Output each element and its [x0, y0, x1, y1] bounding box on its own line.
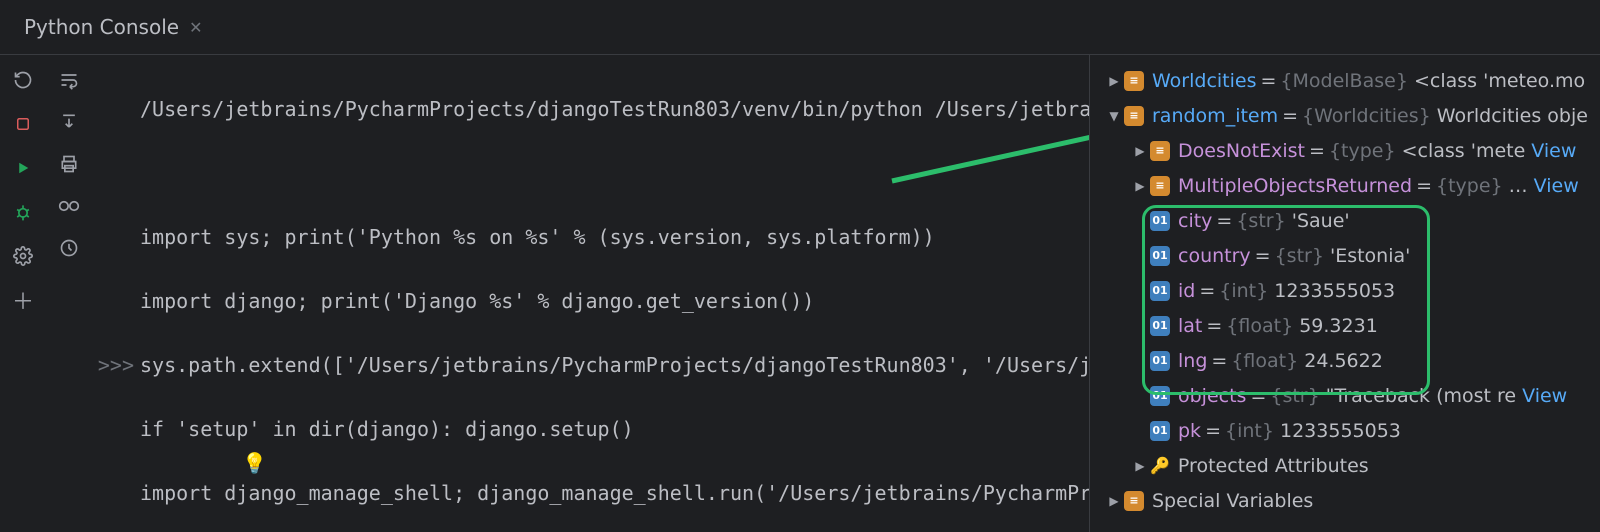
console-line: if 'setup' in dir(django): django.setup(… — [140, 413, 634, 445]
view-link[interactable]: View — [1534, 175, 1579, 197]
console-line — [140, 157, 152, 189]
value-badge-icon: 01 — [1150, 211, 1170, 231]
var-row-lng[interactable]: 01 lng = {float} 24.5622 — [1090, 343, 1600, 378]
show-variables-icon[interactable] — [58, 195, 80, 217]
print-icon[interactable] — [58, 153, 80, 175]
var-row-protected[interactable]: ▶ 🔑 Protected Attributes — [1090, 448, 1600, 483]
value-badge-icon: 01 — [1150, 386, 1170, 406]
var-row-objects[interactable]: 01 objects = {str} "Traceback (most re V… — [1090, 378, 1600, 413]
stop-icon[interactable] — [12, 113, 34, 135]
class-badge-icon: ≡ — [1124, 106, 1144, 126]
debug-icon[interactable] — [12, 201, 34, 223]
chevron-right-icon[interactable]: ▶ — [1104, 494, 1124, 508]
console-tools — [46, 55, 92, 532]
console-line: import django_manage_shell; django_manag… — [140, 477, 1089, 509]
var-row-multipleobjectsreturned[interactable]: ▶ ≡ MultipleObjectsReturned = {type} … V… — [1090, 168, 1600, 203]
var-row-country[interactable]: 01 country = {str} 'Estonia' — [1090, 238, 1600, 273]
key-icon: 🔑 — [1150, 456, 1170, 475]
intention-bulb-icon[interactable]: 💡 — [242, 447, 267, 479]
var-row-random-item[interactable]: ▼ ≡ random_item = {Worldcities} Worldcit… — [1090, 98, 1600, 133]
console-line: import django; print('Django %s' % djang… — [140, 285, 814, 317]
console-output[interactable]: /Users/jetbrains/PycharmProjects/djangoT… — [92, 55, 1089, 532]
chevron-right-icon[interactable]: ▶ — [1130, 144, 1150, 158]
console-line: import sys; print('Python %s on %s' % (s… — [140, 221, 935, 253]
rerun-icon[interactable] — [12, 69, 34, 91]
view-link[interactable]: View — [1522, 385, 1567, 407]
run-gutter: ＋ — [0, 55, 46, 532]
chevron-right-icon[interactable]: ▶ — [1130, 179, 1150, 193]
console-line: sys.path.extend(['/Users/jetbrains/Pycha… — [140, 349, 1089, 381]
variables-panel: ▶ ≡ Worldcities = {ModelBase} <class 'me… — [1089, 55, 1600, 532]
settings-icon[interactable] — [12, 245, 34, 267]
chevron-down-icon[interactable]: ▼ — [1104, 109, 1124, 123]
var-row-id[interactable]: 01 id = {int} 1233555053 — [1090, 273, 1600, 308]
value-badge-icon: 01 — [1150, 351, 1170, 371]
view-link[interactable]: View — [1531, 140, 1576, 162]
close-icon[interactable]: ✕ — [189, 18, 202, 37]
python-console-panel: Python Console ✕ ＋ — [0, 0, 1600, 532]
scroll-to-end-icon[interactable] — [58, 111, 80, 133]
value-badge-icon: 01 — [1150, 421, 1170, 441]
var-row-doesnotexist[interactable]: ▶ ≡ DoesNotExist = {type} <class 'mete V… — [1090, 133, 1600, 168]
tab-bar: Python Console ✕ — [0, 0, 1600, 55]
prompt-marker: >>> — [94, 349, 140, 381]
var-row-worldcities[interactable]: ▶ ≡ Worldcities = {ModelBase} <class 'me… — [1090, 63, 1600, 98]
class-badge-icon: ≡ — [1124, 71, 1144, 91]
var-row-special[interactable]: ▶ ≡ Special Variables — [1090, 483, 1600, 518]
var-row-lat[interactable]: 01 lat = {float} 59.3231 — [1090, 308, 1600, 343]
class-badge-icon: ≡ — [1150, 141, 1170, 161]
run-icon[interactable] — [12, 157, 34, 179]
panel-body: ＋ /Users/jetbrains/PycharmProjects/djang… — [0, 55, 1600, 532]
history-icon[interactable] — [58, 237, 80, 259]
var-row-pk[interactable]: 01 pk = {int} 1233555053 — [1090, 413, 1600, 448]
chevron-right-icon[interactable]: ▶ — [1130, 459, 1150, 473]
chevron-right-icon[interactable]: ▶ — [1104, 74, 1124, 88]
value-badge-icon: 01 — [1150, 316, 1170, 336]
var-row-city[interactable]: 01 city = {str} 'Saue' — [1090, 203, 1600, 238]
value-badge-icon: 01 — [1150, 281, 1170, 301]
console-line: /Users/jetbrains/PycharmProjects/djangoT… — [140, 93, 1089, 125]
soft-wrap-icon[interactable] — [58, 69, 80, 91]
value-badge-icon: 01 — [1150, 246, 1170, 266]
new-console-icon[interactable]: ＋ — [12, 289, 34, 311]
class-badge-icon: ≡ — [1150, 176, 1170, 196]
tab-python-console[interactable]: Python Console ✕ — [10, 7, 216, 47]
tab-label: Python Console — [24, 15, 179, 39]
class-badge-icon: ≡ — [1124, 491, 1144, 511]
